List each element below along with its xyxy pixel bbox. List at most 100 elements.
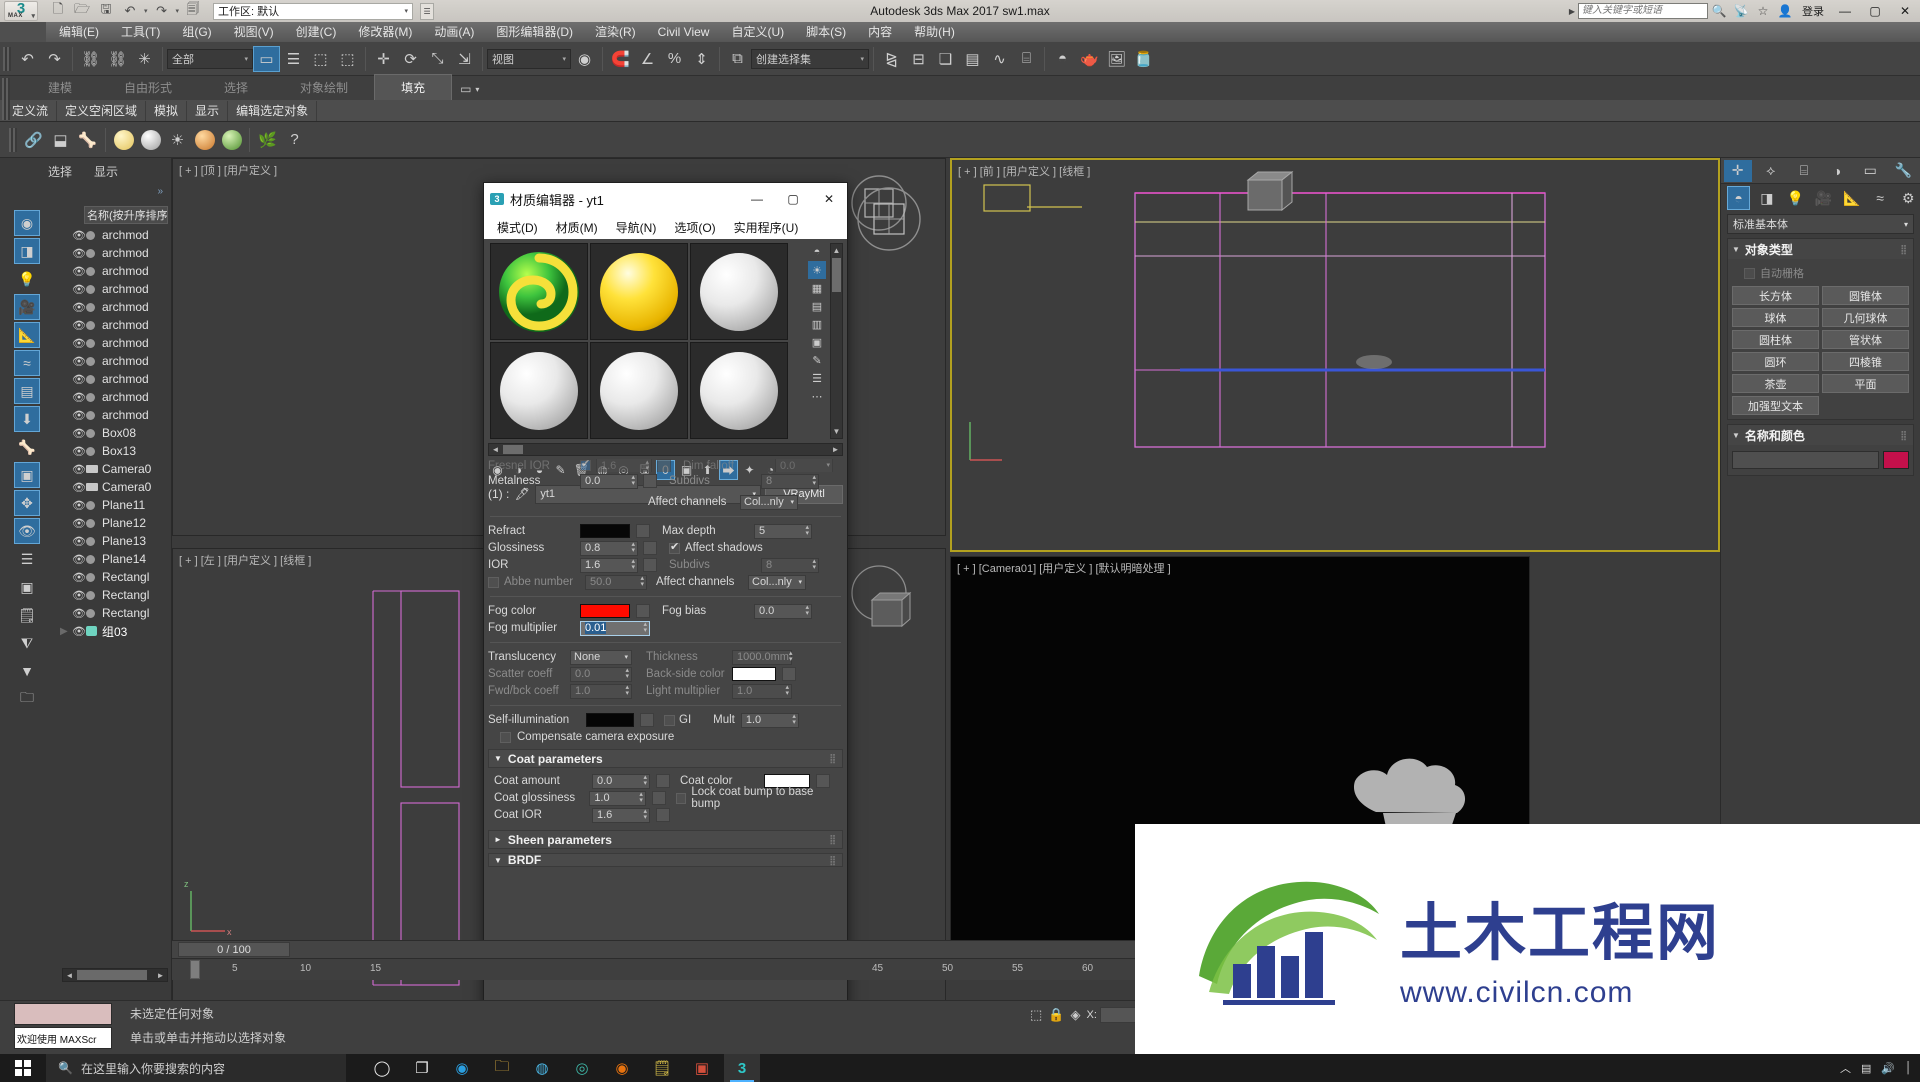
named-selection-combo[interactable]: 创建选择集 ▾ xyxy=(751,48,869,69)
menu-item-civil-view[interactable]: Civil View xyxy=(647,22,721,42)
select-move-icon[interactable]: ✛ xyxy=(370,46,397,72)
material-slot-2[interactable] xyxy=(590,243,688,340)
category-lights-icon[interactable]: 💡 xyxy=(1784,186,1807,210)
hscrollbar-thumb[interactable] xyxy=(503,445,523,454)
me-menu-material[interactable]: 材质(M) xyxy=(547,219,607,236)
eye-icon[interactable]: 👁 xyxy=(72,463,86,476)
rollout-brdf-header[interactable]: ▼ BRDF ⣿ xyxy=(488,853,843,867)
scrollbar-thumb[interactable] xyxy=(77,970,147,980)
spinner-arrows-icon[interactable]: ▴ ▾ xyxy=(639,791,643,804)
refr-subdivs-spinner[interactable]: 8 ▴ ▾ xyxy=(761,557,819,573)
compensate-exposure-row[interactable]: Compensate camera exposure xyxy=(488,729,843,745)
filter-shapes-icon[interactable]: ◨ xyxy=(14,238,40,264)
schematic-view-icon[interactable]: ⌸ xyxy=(1013,46,1040,72)
taskbar-taskview-icon[interactable]: ❐ xyxy=(404,1054,440,1082)
scene-tree-row[interactable]: 👁 archmod xyxy=(60,316,168,334)
eye-icon[interactable]: 👁 xyxy=(72,355,86,368)
scene-tree-row[interactable]: 👁 archmod xyxy=(60,406,168,424)
reference-coordinate-combo[interactable]: 视图 ▾ xyxy=(487,48,571,69)
eye-icon[interactable]: 👁 xyxy=(72,499,86,512)
render-production-icon[interactable]: 🫙 xyxy=(1130,46,1157,72)
ribbon-tab-object-paint[interactable]: 对象绘制 xyxy=(274,75,374,100)
fwdbck-coeff-spinner[interactable]: 1.0 ▴ ▾ xyxy=(570,683,632,699)
maxscript-mini-listener-output[interactable] xyxy=(14,1003,112,1025)
eye-icon[interactable]: 👁 xyxy=(72,301,86,314)
menu-item-graph-editors[interactable]: 图形编辑器(D) xyxy=(485,22,584,42)
menu-item-group[interactable]: 组(G) xyxy=(171,22,222,42)
eye-icon[interactable]: 👁 xyxy=(72,265,86,278)
spinner-snap-icon[interactable]: ⇕ xyxy=(688,46,715,72)
spinner-arrows-icon[interactable]: ▴ ▾ xyxy=(645,459,649,472)
category-systems-icon[interactable]: ⚙ xyxy=(1897,186,1920,210)
sun-icon[interactable]: ☀ xyxy=(164,127,191,153)
refract-color-swatch[interactable] xyxy=(580,524,630,538)
thickness-spinner[interactable]: 1000.0mm ▴ ▾ xyxy=(732,649,793,665)
material-editor-close-button[interactable]: ✕ xyxy=(811,183,847,215)
render-setup-icon[interactable]: 🫖 xyxy=(1076,46,1103,72)
menu-item-customize[interactable]: 自定义(U) xyxy=(720,22,795,42)
eye-icon[interactable]: 👁 xyxy=(72,337,86,350)
help-circle-icon[interactable]: ? xyxy=(281,127,308,153)
metalness-spinner[interactable]: 0.0 ▴ ▾ xyxy=(580,473,638,489)
object-color-swatch[interactable] xyxy=(1883,451,1909,469)
time-slider-handle[interactable] xyxy=(190,960,200,979)
spinner-arrows-icon[interactable]: ▴ ▾ xyxy=(640,575,644,588)
abbe-spinner[interactable]: 50.0 ▴ ▾ xyxy=(585,574,647,590)
coat-ior-map-button[interactable] xyxy=(656,808,670,822)
scatter-coeff-spinner[interactable]: 0.0 ▴ ▾ xyxy=(570,666,632,682)
material-slot-hscrollbar[interactable]: ◄ ► xyxy=(488,443,843,456)
create-sphere-button[interactable]: 球体 xyxy=(1732,308,1819,327)
sample-type-icon[interactable]: ◓ xyxy=(808,243,826,261)
eye-icon[interactable]: 👁 xyxy=(72,535,86,548)
bone-icon[interactable]: 🦴 xyxy=(74,127,101,153)
coat-amount-spinner[interactable]: 0.0 ▴ ▾ xyxy=(592,773,650,789)
ribbon-btn-simulate[interactable]: 模拟 xyxy=(146,100,188,121)
filter-cameras-icon[interactable]: 🎥 xyxy=(14,294,40,320)
taskbar-explorer-icon[interactable]: 🗀 xyxy=(484,1054,520,1082)
ior-map-button[interactable] xyxy=(643,558,657,572)
scene-tree-row[interactable]: 👁 Plane12 xyxy=(60,514,168,532)
filter-container-icon[interactable]: ▣ xyxy=(14,462,40,488)
scene-tree-row[interactable]: ▶ 👁 组03 xyxy=(60,622,168,640)
scene-tree-row[interactable]: 👁 archmod xyxy=(60,370,168,388)
placement-icon[interactable]: ⇲ xyxy=(451,46,478,72)
scene-tree-row[interactable]: 👁 Plane14 xyxy=(60,550,168,568)
rollout-coat-parameters-header[interactable]: ▼ Coat parameters ⣿ xyxy=(488,749,843,768)
sphere-green-icon[interactable] xyxy=(218,127,245,153)
spinner-arrows-icon[interactable]: ▴ ▾ xyxy=(812,558,816,571)
object-name-input[interactable] xyxy=(1732,451,1879,469)
eye-icon[interactable]: 👁 xyxy=(72,553,86,566)
filter-xref-icon[interactable]: ✥ xyxy=(14,490,40,516)
eye-icon[interactable]: 👁 xyxy=(72,571,86,584)
ior-spinner[interactable]: 1.6 ▴ ▾ xyxy=(580,557,638,573)
taskbar-app-blue-icon[interactable]: ◍ xyxy=(524,1054,560,1082)
create-box-button[interactable]: 长方体 xyxy=(1732,286,1819,305)
current-frame-field[interactable]: 0 / 100 xyxy=(178,942,290,957)
light-multiplier-spinner[interactable]: 1.0 ▴ ▾ xyxy=(732,683,792,699)
sample-uv-tiling-icon[interactable]: ▤ xyxy=(808,297,826,315)
refr-affect-channels-dropdown[interactable]: Col...nly ▾ xyxy=(748,574,806,590)
scroll-left-icon[interactable]: ◄ xyxy=(489,444,502,455)
spinner-arrows-icon[interactable]: ▴ ▾ xyxy=(792,713,796,726)
search-expand-icon[interactable]: ▶ xyxy=(1566,7,1578,16)
create-teapot-button[interactable]: 茶壶 xyxy=(1732,374,1819,393)
me-menu-mode[interactable]: 模式(D) xyxy=(488,219,547,236)
scene-tree-row[interactable]: 👁 archmod xyxy=(60,226,168,244)
menu-item-animation[interactable]: 动画(A) xyxy=(423,22,485,42)
eye-icon[interactable]: 👁 xyxy=(72,391,86,404)
taskbar-notes-icon[interactable]: 🗒 xyxy=(644,1054,680,1082)
create-geosphere-button[interactable]: 几何球体 xyxy=(1822,308,1909,327)
filter-lights-icon[interactable]: 💡 xyxy=(14,266,40,292)
material-slot-vscrollbar[interactable]: ▲ ▼ xyxy=(830,243,843,439)
snaps-toggle-icon[interactable]: 🧲 xyxy=(607,46,634,72)
secondary-toolbar-grip[interactable] xyxy=(9,127,17,152)
material-editor-maximize-button[interactable]: ▢ xyxy=(775,183,811,215)
translucency-dropdown[interactable]: None ▾ xyxy=(570,649,632,665)
eye-icon[interactable]: 👁 xyxy=(72,481,86,494)
filter-materials-icon[interactable]: ▤ xyxy=(14,378,40,404)
scene-tree-row[interactable]: 👁 Plane11 xyxy=(60,496,168,514)
scene-explorer-tab-display[interactable]: 显示 xyxy=(94,163,118,180)
taskbar-app-teal-icon[interactable]: ◎ xyxy=(564,1054,600,1082)
eye-icon[interactable]: 👁 xyxy=(72,625,86,638)
binoculars-icon[interactable]: 🔍 xyxy=(1708,4,1730,18)
